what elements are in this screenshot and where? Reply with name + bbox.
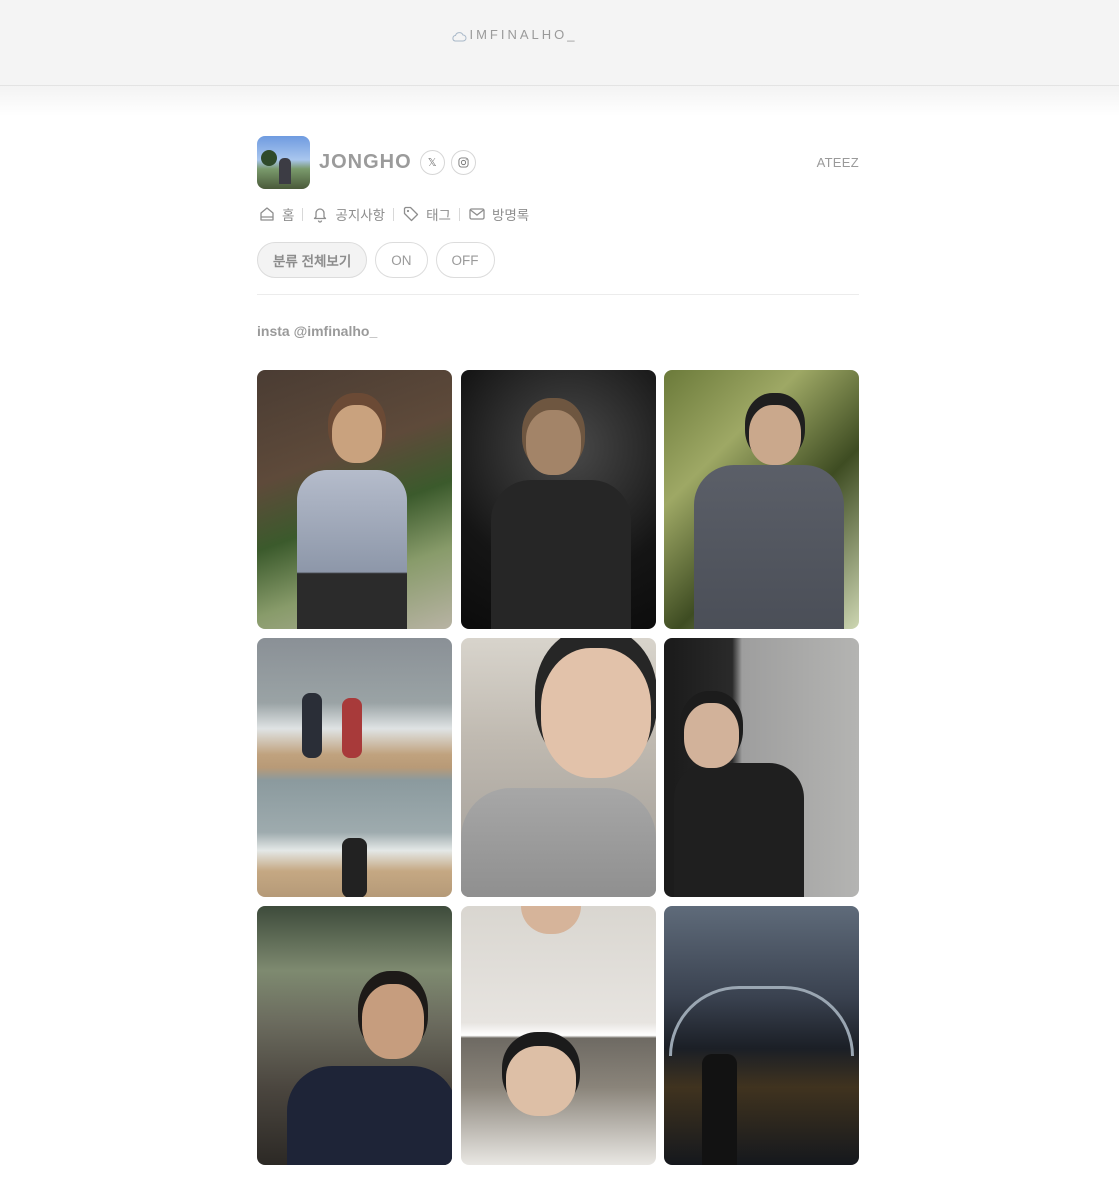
category-filters: 분류 전체보기 ON OFF <box>257 242 495 278</box>
filter-off-button[interactable]: OFF <box>435 242 495 278</box>
mail-icon <box>469 208 485 220</box>
photo-grid <box>257 370 859 1165</box>
nav-divider <box>302 207 304 221</box>
nav-item-label: 방명록 <box>491 208 530 223</box>
photo-3[interactable] <box>664 370 859 629</box>
nav-item-label: 공지사항 <box>335 208 386 223</box>
home-icon <box>260 207 274 221</box>
nav-item-notice[interactable]: 공지사항 <box>311 204 385 224</box>
x-twitter-icon[interactable]: 𝕏 <box>419 149 445 175</box>
photo-6[interactable] <box>664 638 859 897</box>
nav-divider <box>393 207 395 221</box>
photo-7[interactable] <box>257 906 452 1165</box>
avatar[interactable] <box>257 135 310 189</box>
photo-2[interactable] <box>460 370 656 629</box>
photo-9[interactable] <box>664 906 859 1165</box>
profile-name: JONGHO <box>319 150 412 173</box>
post-caption: insta @imfinalho_ <box>257 323 378 339</box>
instagram-icon[interactable] <box>450 149 476 175</box>
group-label[interactable]: ATEEZ <box>817 155 859 170</box>
photo-1[interactable] <box>257 370 452 629</box>
filter-on-button[interactable]: ON <box>375 242 428 278</box>
bell-icon <box>314 208 327 223</box>
nav-item-home[interactable]: 홈 <box>258 204 294 224</box>
nav-item-label: 태그 <box>426 208 451 223</box>
filter-all-button[interactable]: 분류 전체보기 <box>257 242 368 278</box>
nav-divider <box>458 207 460 221</box>
top-bar: IMFINALHO_ <box>0 0 1119 116</box>
photo-5[interactable] <box>460 638 656 897</box>
section-divider <box>257 294 859 295</box>
main-nav: 홈 공지사항 태그 방명록 <box>258 204 529 224</box>
profile-header: JONGHO 𝕏 ATEEZ <box>257 135 859 189</box>
photo-4[interactable] <box>257 638 452 897</box>
tag-icon <box>403 206 419 222</box>
profile-card: JONGHO 𝕏 ATEEZ 홈 공지사항 태그 방명록 분류 전체보기 ON … <box>241 118 875 1193</box>
cloud-icon <box>451 30 467 41</box>
photo-8[interactable] <box>460 906 656 1165</box>
site-title: IMFINALHO_ <box>469 27 578 42</box>
nav-item-tags[interactable]: 태그 <box>402 204 451 224</box>
nav-item-guestbook[interactable]: 방명록 <box>468 204 529 224</box>
site-title-link[interactable]: IMFINALHO_ <box>451 27 577 42</box>
nav-item-label: 홈 <box>282 208 295 223</box>
